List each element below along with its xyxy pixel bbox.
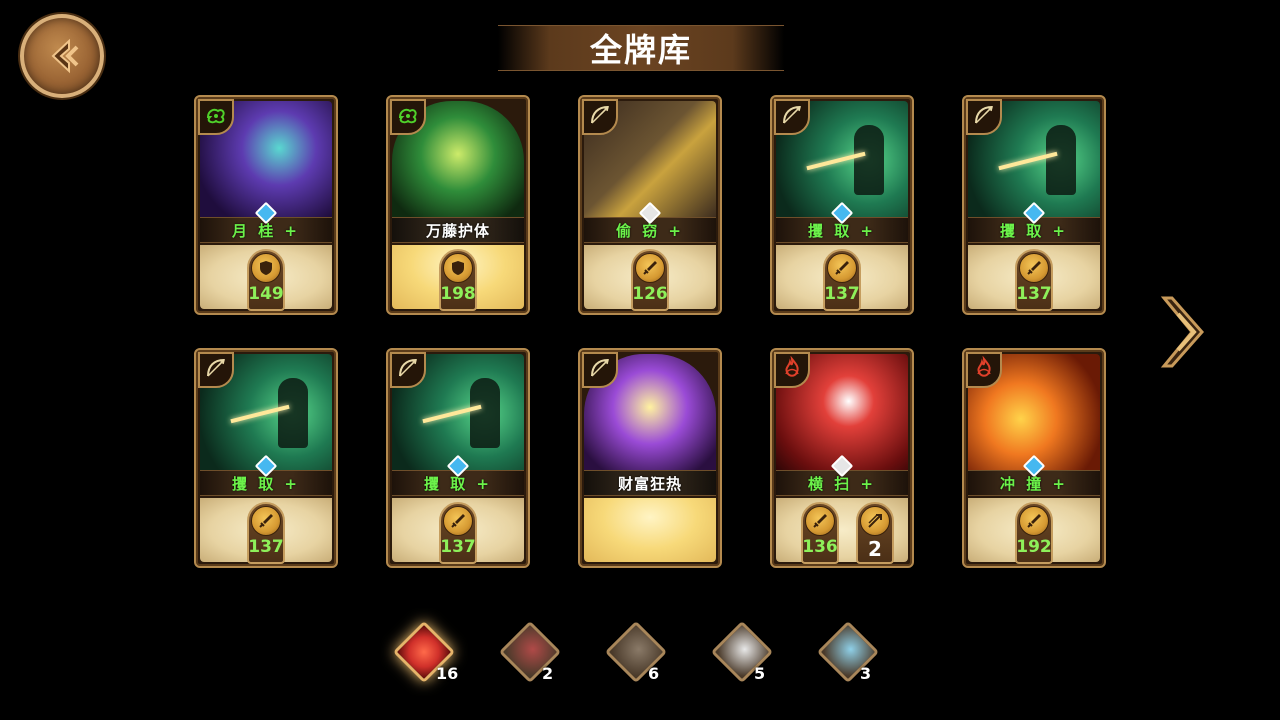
hero-card-count: 5 bbox=[754, 664, 766, 683]
card-type-badge bbox=[198, 352, 234, 388]
next-page-arrow-icon[interactable] bbox=[1158, 292, 1210, 372]
card-body bbox=[584, 498, 716, 562]
card-body: 137 bbox=[776, 245, 908, 311]
card-body: 198 bbox=[392, 245, 524, 311]
nature-icon bbox=[396, 103, 420, 131]
dagger-icon bbox=[805, 506, 835, 536]
title-banner: 全牌库 bbox=[498, 25, 784, 71]
bow-icon bbox=[780, 103, 804, 131]
card-type-badge bbox=[966, 99, 1002, 135]
stat-value: 2 bbox=[868, 537, 882, 561]
stat-value: 137 bbox=[1016, 284, 1052, 304]
card-stat: 149 bbox=[247, 249, 285, 311]
card[interactable]: 137 攫 取 + bbox=[962, 95, 1106, 315]
card-name: 万藤护体 bbox=[425, 221, 490, 240]
card-stat: 137 bbox=[439, 502, 477, 564]
dagger-icon bbox=[1019, 253, 1049, 283]
card-stat: 126 bbox=[631, 249, 669, 311]
card[interactable]: 137 攫 取 + bbox=[770, 95, 914, 315]
dagger-icon bbox=[443, 506, 473, 536]
card-type-badge bbox=[390, 352, 426, 388]
bow-icon bbox=[396, 356, 420, 384]
card-type-badge bbox=[774, 352, 810, 388]
bow-icon bbox=[972, 103, 996, 131]
hero-card-count: 6 bbox=[648, 664, 660, 683]
card-type-badge bbox=[582, 352, 618, 388]
card[interactable]: 137 攫 取 + bbox=[194, 348, 338, 568]
shield-icon bbox=[443, 253, 473, 283]
card-body: 136 2 bbox=[776, 498, 908, 564]
card-stat: 136 bbox=[801, 502, 839, 564]
bow-icon bbox=[204, 356, 228, 384]
stat-value: 137 bbox=[440, 537, 476, 557]
nature-icon bbox=[204, 103, 228, 131]
dagger-icon bbox=[1019, 506, 1049, 536]
card-stat: 137 bbox=[823, 249, 861, 311]
bow-icon bbox=[588, 356, 612, 384]
shield-icon bbox=[251, 253, 281, 283]
card-stat: 192 bbox=[1015, 502, 1053, 564]
back-button[interactable] bbox=[20, 14, 104, 98]
card-body: 192 bbox=[968, 498, 1100, 564]
stat-value: 137 bbox=[248, 537, 284, 557]
card-body: 137 bbox=[200, 498, 332, 564]
hero-filter-hero-redhair[interactable]: 2 bbox=[498, 620, 582, 686]
hero-filter-hero-panda[interactable]: 5 bbox=[710, 620, 794, 686]
card[interactable]: 192 冲 撞 + bbox=[962, 348, 1106, 568]
card-stat: 2 bbox=[856, 502, 894, 564]
card-name-bar: 财富狂热 bbox=[584, 470, 716, 496]
card-stat: 137 bbox=[1015, 249, 1053, 311]
card-stat: 198 bbox=[439, 249, 477, 311]
card-body: 137 bbox=[392, 498, 524, 564]
card-name: 财富狂热 bbox=[617, 474, 682, 493]
stat-value: 136 bbox=[802, 537, 838, 557]
fire-icon bbox=[972, 355, 996, 384]
stat-value: 126 bbox=[632, 284, 668, 304]
card[interactable]: 126 偷 窃 + bbox=[578, 95, 722, 315]
card-type-badge bbox=[774, 99, 810, 135]
card[interactable]: 财富狂热 bbox=[578, 348, 722, 568]
stat-value: 198 bbox=[440, 284, 476, 304]
card[interactable]: 149 月 桂 + bbox=[194, 95, 338, 315]
page-title: 全牌库 bbox=[589, 31, 692, 69]
card[interactable]: 136 2 横 扫 + bbox=[770, 348, 914, 568]
dagger-icon bbox=[635, 253, 665, 283]
card-body: 126 bbox=[584, 245, 716, 311]
stat-value: 192 bbox=[1016, 537, 1052, 557]
card-body: 137 bbox=[968, 245, 1100, 311]
card-type-badge bbox=[390, 99, 426, 135]
card-type-badge bbox=[198, 99, 234, 135]
card-name-bar: 万藤护体 bbox=[392, 217, 524, 243]
hero-filter-hero-all[interactable]: 16 bbox=[392, 620, 476, 686]
back-arrow-icon bbox=[51, 38, 79, 74]
fire-icon bbox=[780, 355, 804, 384]
stat-value: 137 bbox=[824, 284, 860, 304]
hero-card-count: 16 bbox=[436, 664, 459, 683]
dagger-icon bbox=[827, 253, 857, 283]
card[interactable]: 137 攫 取 + bbox=[386, 348, 530, 568]
bow-icon bbox=[588, 103, 612, 131]
stat-value: 149 bbox=[248, 284, 284, 304]
multi-arrow-icon bbox=[860, 506, 890, 536]
card-body: 149 bbox=[200, 245, 332, 311]
card-type-badge bbox=[582, 99, 618, 135]
card[interactable]: 198 万藤护体 bbox=[386, 95, 530, 315]
dagger-icon bbox=[251, 506, 281, 536]
hero-card-count: 2 bbox=[542, 664, 554, 683]
hero-filter-hero-ghost[interactable]: 3 bbox=[816, 620, 900, 686]
card-type-badge bbox=[966, 352, 1002, 388]
hero-filter-hero-oldman[interactable]: 6 bbox=[604, 620, 688, 686]
hero-card-count: 3 bbox=[860, 664, 872, 683]
card-stat: 137 bbox=[247, 502, 285, 564]
